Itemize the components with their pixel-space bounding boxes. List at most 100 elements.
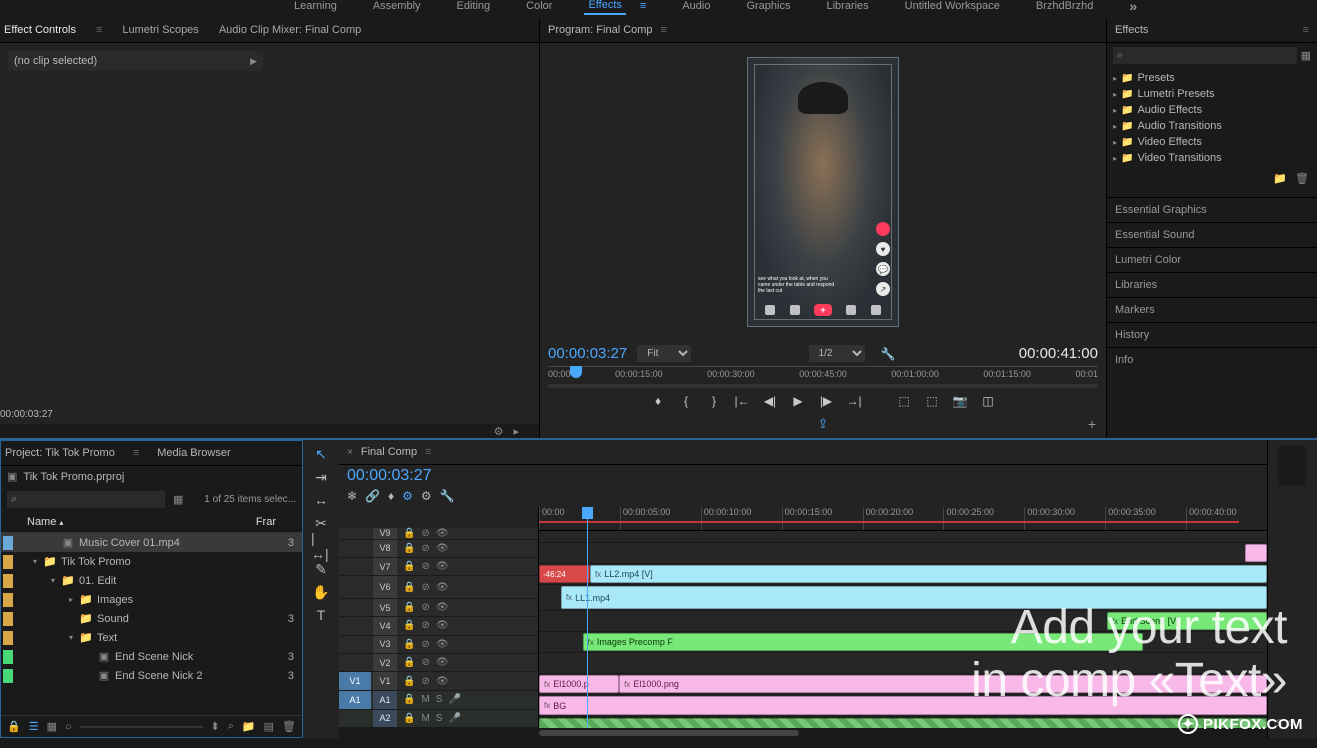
toggle-output-icon[interactable]: 👁 — [436, 639, 449, 650]
tab-hamburger-icon[interactable]: ≡ — [96, 24, 102, 36]
track-lane-V8[interactable] — [539, 543, 1267, 564]
track-source-patch[interactable] — [339, 654, 371, 671]
add-marker-icon[interactable]: ♦ — [650, 394, 666, 408]
workspace-brzhdbrzhd[interactable]: BrzhdBrzhd — [1032, 0, 1097, 14]
clip[interactable]: fxEl1000.png — [619, 675, 1267, 693]
panel-essential-graphics[interactable]: Essential Graphics — [1107, 197, 1317, 222]
share-export-icon[interactable]: ⇪ — [818, 416, 829, 432]
lock-icon[interactable]: 🔒 — [7, 720, 21, 733]
panel-lumetri-color[interactable]: Lumetri Color — [1107, 247, 1317, 272]
bin-item[interactable]: ▣Music Cover 01.mp43 — [1, 533, 302, 552]
track-header-V5[interactable]: V5🔒⊘👁 — [339, 599, 538, 617]
slip-tool-icon[interactable]: |↔| — [311, 538, 331, 554]
solo-icon[interactable]: S — [436, 694, 443, 705]
clip[interactable]: fxEnd Scene [V] — [1107, 612, 1267, 630]
project-menu-icon[interactable]: ≡ — [133, 447, 139, 459]
go-to-in-icon[interactable]: |← — [734, 394, 750, 408]
type-tool-icon[interactable]: T — [311, 607, 331, 623]
clip[interactable]: -46:24 — [539, 565, 590, 583]
track-lane-V5[interactable]: fxEnd Scene [V] — [539, 611, 1267, 632]
chevron-right-icon[interactable]: ▶ — [250, 56, 257, 67]
zoom-select[interactable]: Fit — [637, 345, 691, 362]
track-target[interactable]: V1 — [373, 672, 397, 690]
mute-icon[interactable]: M — [421, 694, 429, 705]
folder-icon[interactable]: 📁 — [1273, 172, 1287, 185]
settings-icon[interactable]: ⚙ — [421, 489, 432, 503]
lock-icon[interactable]: 🔒 — [403, 713, 415, 724]
new-bin-icon[interactable]: ▦ — [1301, 49, 1311, 62]
lock-icon[interactable]: 🔒 — [403, 602, 415, 613]
track-source-patch[interactable] — [339, 558, 371, 575]
mark-in-icon[interactable]: { — [678, 394, 694, 408]
track-lane-V7[interactable]: -46:24fxLL2.mp4 [V] — [539, 564, 1267, 585]
marker-icon[interactable]: ♦ — [388, 489, 394, 503]
wrench-icon[interactable]: 🔧 — [440, 489, 455, 503]
timeline-timecode[interactable]: 00:00:03:27 — [347, 467, 432, 485]
toggle-icon[interactable]: ▸ — [513, 425, 519, 438]
toggle-output-icon[interactable]: 👁 — [436, 620, 449, 631]
workspace-menu-icon[interactable]: ≡ — [636, 0, 650, 14]
track-target[interactable]: V6 — [373, 576, 397, 598]
lock-icon[interactable]: 🔒 — [403, 657, 415, 668]
track-source-patch[interactable] — [339, 710, 371, 727]
track-header-V7[interactable]: V7🔒⊘👁 — [339, 558, 538, 576]
filter-bin-icon[interactable]: ▦ — [173, 493, 183, 506]
track-header-V2[interactable]: V2 🔒 ⊘ 👁 — [339, 654, 538, 672]
track-target[interactable]: V2 — [373, 654, 397, 671]
close-sequence-icon[interactable]: × — [347, 447, 353, 458]
bin-item[interactable]: ▣End Scene Nick3 — [1, 647, 302, 666]
workspace-untitled-workspace[interactable]: Untitled Workspace — [901, 0, 1004, 14]
lock-icon[interactable]: 🔒 — [403, 528, 415, 539]
go-to-out-icon[interactable]: →| — [846, 394, 862, 408]
track-select-tool-icon[interactable]: ⇥ — [311, 469, 331, 485]
timeline-playhead[interactable] — [587, 507, 588, 728]
snap-icon[interactable]: ❄ — [347, 489, 357, 503]
label-chip[interactable] — [3, 574, 13, 588]
label-chip[interactable] — [3, 612, 13, 626]
label-chip[interactable] — [3, 593, 13, 607]
sync-lock-icon[interactable]: ⊘ — [421, 657, 429, 668]
effects-folder-video-transitions[interactable]: ▸📁Video Transitions — [1111, 150, 1313, 166]
track-target[interactable]: V4 — [373, 617, 397, 634]
settings-icon[interactable]: ⚙ — [494, 425, 504, 438]
new-bin-icon[interactable]: 📁 — [242, 720, 256, 733]
sequence-tab[interactable]: Final Comp — [361, 446, 417, 458]
track-header-A2[interactable]: A2🔒MS🎤 — [339, 710, 538, 728]
program-monitor[interactable]: ♥ 💬 ↗ see what you look at, when you cam… — [747, 57, 899, 327]
sync-lock-icon[interactable]: ⊘ — [421, 620, 429, 631]
sync-lock-icon[interactable]: ⊘ — [421, 543, 429, 554]
effects-folder-lumetri-presets[interactable]: ▸📁Lumetri Presets — [1111, 86, 1313, 102]
mute-icon[interactable]: M — [421, 713, 429, 724]
freeform-view-icon[interactable]: ○ — [65, 721, 72, 733]
lock-icon[interactable]: 🔒 — [403, 676, 415, 687]
track-source-patch[interactable] — [339, 636, 371, 653]
track-source-patch[interactable] — [339, 617, 371, 634]
selection-tool-icon[interactable]: ↖ — [311, 446, 331, 462]
track-target[interactable]: V5 — [373, 599, 397, 616]
step-back-icon[interactable]: ◀| — [762, 394, 778, 408]
track-header-V9[interactable]: V9🔒⊘👁 — [339, 528, 538, 540]
settings-wrench-icon[interactable]: 🔧 — [881, 347, 896, 361]
lock-icon[interactable]: 🔒 — [403, 620, 415, 631]
icon-view-icon[interactable]: ▦ — [47, 720, 57, 733]
lock-icon[interactable]: 🔒 — [403, 639, 415, 650]
track-lane-V2[interactable]: fxEl1000.pfxEl1000.png — [539, 674, 1267, 695]
label-chip[interactable] — [3, 536, 13, 550]
delete-icon[interactable]: 🗑 — [1295, 172, 1309, 185]
toggle-output-icon[interactable]: 👁 — [436, 657, 449, 668]
step-forward-icon[interactable]: |▶ — [818, 394, 834, 408]
mark-out-icon[interactable]: } — [706, 394, 722, 408]
panel-info[interactable]: Info — [1107, 347, 1317, 372]
label-chip[interactable] — [3, 650, 13, 664]
column-name[interactable]: Name ▴ — [27, 516, 256, 528]
track-source-patch[interactable] — [339, 528, 371, 539]
workspace-learning[interactable]: Learning — [290, 0, 341, 14]
toggle-output-icon[interactable]: 👁 — [436, 676, 449, 687]
effects-folder-audio-effects[interactable]: ▸📁Audio Effects — [1111, 102, 1313, 118]
insert-overwrite-icon[interactable]: ⚙ — [402, 489, 413, 503]
track-target[interactable]: V3 — [373, 636, 397, 653]
comparison-icon[interactable]: ◫ — [980, 394, 996, 408]
resolution-select[interactable]: 1/2 — [809, 345, 865, 362]
panel-markers[interactable]: Markers — [1107, 297, 1317, 322]
track-lane-V1[interactable]: fxBG — [539, 695, 1267, 717]
